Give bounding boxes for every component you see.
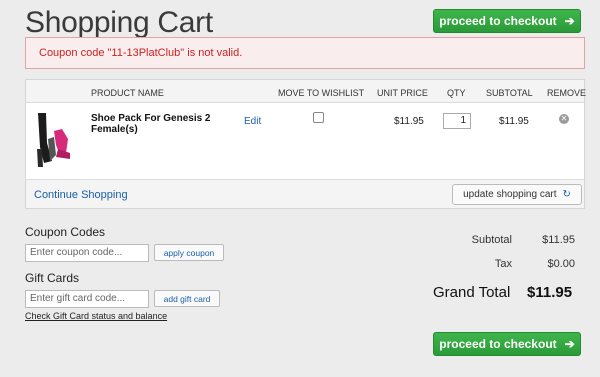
header-qty: QTY (447, 88, 466, 98)
header-subtotal: SUBTOTAL (486, 88, 533, 98)
move-to-wishlist-checkbox[interactable] (313, 112, 324, 123)
header-remove: REMOVE (547, 88, 587, 98)
update-shopping-cart-button[interactable]: update shopping cart ↻ (452, 184, 582, 205)
cart-table: PRODUCT NAME MOVE TO WISHLIST UNIT PRICE… (25, 79, 587, 209)
arrow-right-icon: ➔ (564, 14, 575, 28)
checkout-label: proceed to checkout (439, 337, 557, 351)
update-cart-label: update shopping cart (463, 189, 557, 200)
grand-total-value: $11.95 (527, 284, 573, 301)
arrow-right-icon: ➔ (564, 337, 575, 351)
tax-label: Tax (494, 258, 512, 270)
divider (26, 179, 584, 180)
quantity-input[interactable]: 1 (443, 113, 471, 129)
table-row: Shoe Pack For Genesis 2 Female(s) Edit $… (26, 103, 584, 179)
refresh-icon: ↻ (562, 189, 571, 200)
error-text: Coupon code "11-13PlatClub" is not valid… (39, 47, 243, 59)
apply-coupon-button[interactable]: apply coupon (154, 244, 224, 261)
add-gift-card-button[interactable]: add gift card (154, 290, 220, 307)
remove-item-icon[interactable]: ✕ (559, 114, 569, 124)
continue-shopping-link[interactable]: Continue Shopping (34, 189, 128, 201)
proceed-to-checkout-button-bottom[interactable]: proceed to checkout ➔ (433, 332, 581, 356)
header-product-name: PRODUCT NAME (91, 88, 164, 98)
edit-link[interactable]: Edit (244, 116, 261, 127)
unit-price: $11.95 (394, 116, 424, 127)
page-title: Shopping Cart (25, 6, 213, 39)
product-name-link[interactable]: Shoe Pack For Genesis 2 Female(s) (91, 113, 226, 135)
check-gift-card-link[interactable]: Check Gift Card status and balance (25, 311, 167, 321)
coupon-codes-label: Coupon Codes (25, 225, 106, 239)
checkout-label: proceed to checkout (439, 14, 557, 28)
coupon-code-input[interactable]: Enter coupon code... (25, 244, 149, 262)
subtotal-label: Subtotal (471, 234, 512, 246)
header-move-to-wishlist: MOVE TO WISHLIST (278, 88, 365, 98)
grand-total-label: Grand Total (433, 284, 511, 301)
error-message: Coupon code "11-13PlatClub" is not valid… (25, 37, 585, 69)
row-subtotal: $11.95 (499, 116, 529, 127)
proceed-to-checkout-button-top[interactable]: proceed to checkout ➔ (433, 9, 581, 33)
subtotal-value: $11.95 (542, 234, 575, 246)
header-unit-price: UNIT PRICE (377, 88, 428, 98)
product-thumbnail[interactable] (32, 109, 74, 171)
tax-value: $0.00 (547, 258, 575, 270)
gift-cards-label: Gift Cards (25, 271, 80, 285)
gift-card-input[interactable]: Enter gift card code... (25, 290, 149, 308)
